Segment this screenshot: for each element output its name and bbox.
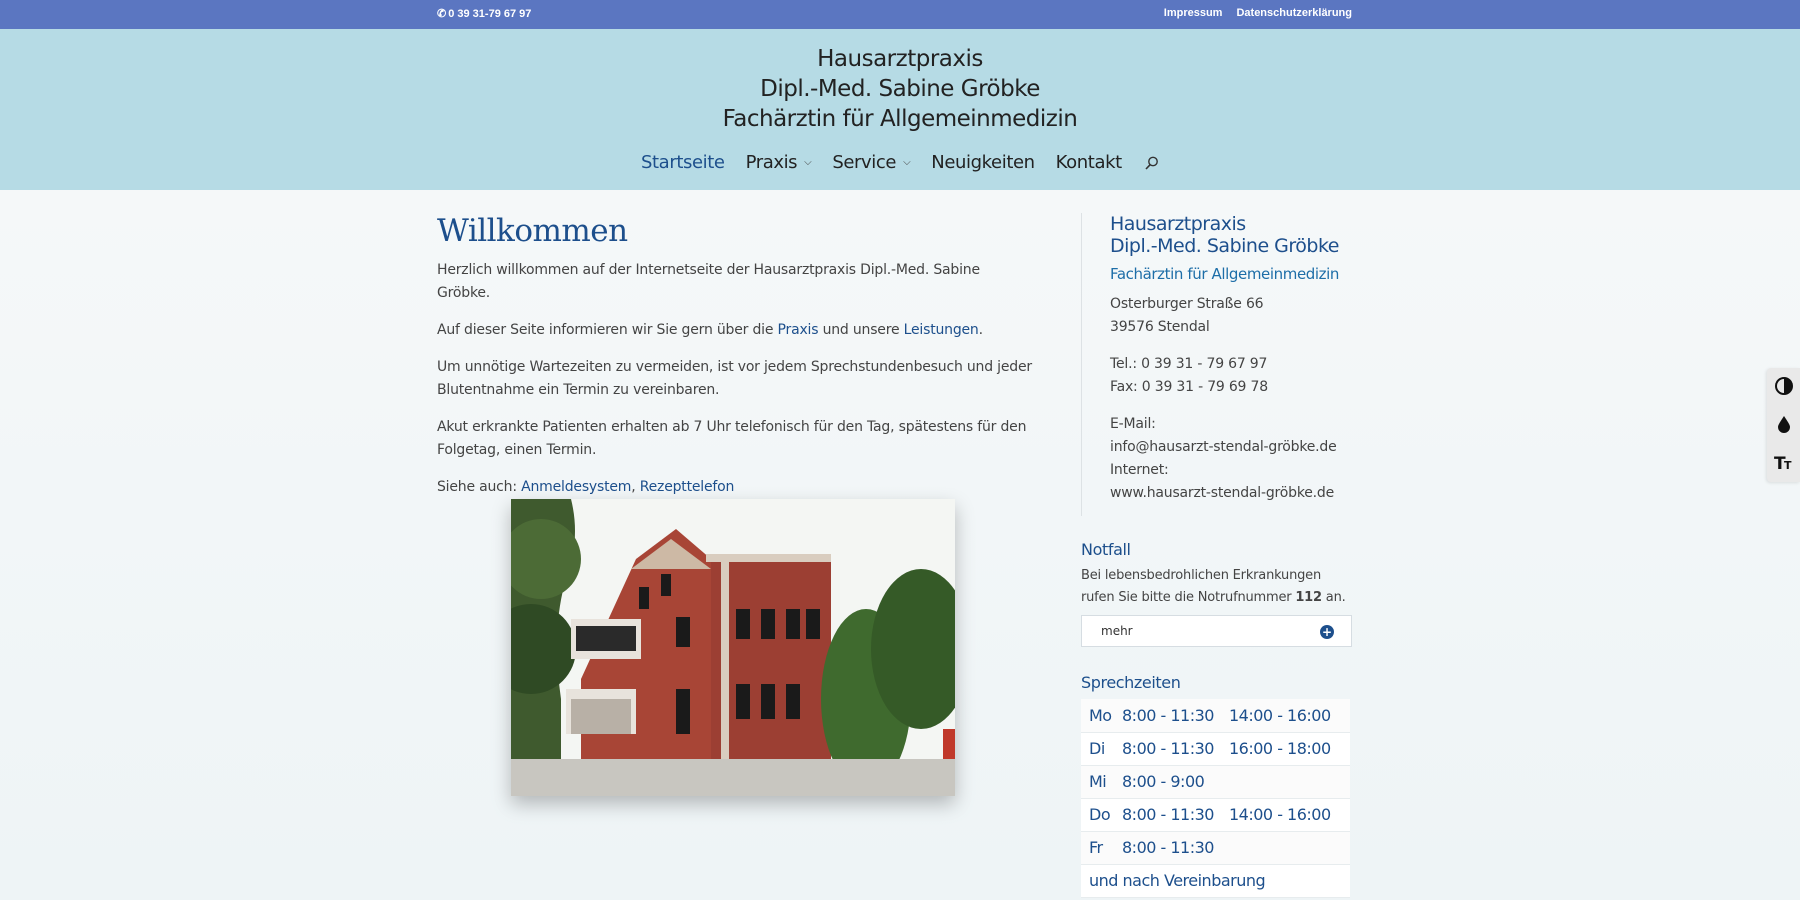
notfall-title: Notfall [1081,540,1131,559]
impressum-link[interactable]: Impressum [1164,7,1223,19]
main-nav: Startseite Praxis ⌵ Service ⌵ Neuigkeiten … [641,150,1159,174]
table-row: Di 8:00 - 11:30 16:00 - 18:00 [1081,732,1350,766]
text: und unsere [818,322,904,338]
practice-building-photo [511,499,955,796]
leistungen-link[interactable]: Leistungen [904,322,979,338]
text: , [631,479,640,495]
phone-number: Tel.: 0 39 31 - 79 67 97 [1110,356,1268,372]
address-street: Osterburger Straße 66 [1110,296,1264,312]
sidebar-title-2: Dipl.-Med. Sabine Gröbke [1110,235,1340,257]
fax-number: Fax: 0 39 31 - 79 69 78 [1110,379,1268,395]
hours-footer: und nach Vereinbarung [1081,864,1350,898]
page-title: Willkommen [437,213,628,249]
termin-paragraph: Um unnötige Wartezeiten zu vermeiden, is… [437,359,1032,398]
datenschutz-link[interactable]: Datenschutzerklärung [1236,7,1352,19]
chevron-down-icon: ⌵ [804,156,812,168]
morning-hours: 8:00 - 11:30 [1122,732,1229,766]
nav-neuigkeiten[interactable]: Neuigkeiten [931,151,1035,173]
afternoon-hours: 14:00 - 16:00 [1229,798,1350,832]
font-size-icon[interactable]: T T [1774,452,1794,472]
contact-sidebar: Hausarztpraxis Dipl.-Med. Sabine Gröbke … [1110,213,1355,505]
day-cell: Fr [1081,831,1122,865]
sprechzeiten-widget: Sprechzeiten Mo 8:00 - 11:30 14:00 - 16:00… [1081,673,1351,898]
see-also-paragraph: Siehe auch: Anmeldesystem, Rezepttelefon [437,476,1037,499]
search-icon[interactable] [1145,156,1159,170]
logo-line-2: Dipl.-Med. Sabine Gröbke [760,76,1040,102]
notfall-widget: Notfall Bei lebensbedrohlichen Erkrankun… [1081,540,1352,647]
sidebar-subtitle: Fachärztin für Allgemeinmedizin [1110,265,1340,283]
phone-icon: ✆ [437,8,447,20]
text: an. [1321,590,1346,605]
nav-label: Startseite [641,151,725,173]
contrast-icon[interactable] [1774,376,1794,396]
afternoon-hours [1229,831,1350,865]
morning-hours: 8:00 - 11:30 [1122,798,1229,832]
nav-label: Praxis [745,151,798,173]
nav-kontakt[interactable]: Kontakt [1055,151,1123,173]
logo-line-1: Hausarztpraxis [817,46,983,72]
morning-hours: 8:00 - 9:00 [1122,765,1229,799]
nav-label: Neuigkeiten [931,151,1035,173]
text: . [978,322,983,338]
nav-startseite[interactable]: Startseite [641,152,725,173]
website-address[interactable]: www.hausarzt-stendal-gröbke.de [1110,482,1355,505]
day-cell: Mo [1081,699,1122,733]
morning-hours: 8:00 - 11:30 [1122,831,1229,865]
svg-text:T: T [1784,459,1792,472]
plus-circle-icon: + [1320,625,1334,639]
main-content: Willkommen Herzlich willkommen auf der I… [437,213,1037,796]
anmeldesystem-link[interactable]: Anmeldesystem [521,479,631,495]
email-label: E-Mail: [1110,416,1156,432]
chevron-down-icon: ⌵ [903,156,911,168]
address-city: 39576 Stendal [1110,319,1210,335]
sprechzeiten-title: Sprechzeiten [1081,673,1181,692]
nav-praxis[interactable]: Praxis ⌵ [746,152,812,173]
text: Siehe auch: [437,479,522,495]
day-cell: Do [1081,798,1122,832]
mehr-toggle[interactable]: mehr + [1081,615,1352,647]
nav-service[interactable]: Service ⌵ [832,152,910,173]
top-phone[interactable]: ✆ 0 39 31-79 67 97 [437,7,532,21]
text: Bei lebensbedrohlichen Erkrankungen rufe… [1081,568,1322,605]
drop-icon[interactable] [1774,414,1794,434]
intro-paragraph: Herzlich willkommen auf der Internetseit… [437,262,980,301]
mehr-label: mehr [1101,624,1133,638]
table-row: Do 8:00 - 11:30 14:00 - 16:00 [1081,798,1350,832]
day-cell: Di [1081,732,1122,766]
morning-hours: 8:00 - 11:30 [1122,699,1229,733]
site-header: Hausarztpraxis Dipl.-Med. Sabine Gröbke … [0,29,1800,190]
table-row: Mi 8:00 - 9:00 [1081,765,1350,799]
afternoon-hours [1229,765,1350,799]
afternoon-hours: 14:00 - 16:00 [1229,699,1350,733]
notfall-text: Bei lebensbedrohlichen Erkrankungen rufe… [1081,565,1351,609]
praxis-link[interactable]: Praxis [778,322,819,338]
table-row: Fr 8:00 - 11:30 [1081,831,1350,865]
day-cell: Mi [1081,765,1122,799]
site-logo[interactable]: Hausarztpraxis Dipl.-Med. Sabine Gröbke … [0,44,1800,134]
internet-label: Internet: [1110,462,1169,478]
sidebar-divider [1081,213,1082,516]
accessibility-toolbar: T T [1767,368,1800,482]
afternoon-hours: 16:00 - 18:00 [1229,732,1350,766]
table-row: Mo 8:00 - 11:30 14:00 - 16:00 [1081,699,1350,733]
nav-label: Service [832,151,897,173]
email-address[interactable]: info@hausarzt-stendal-gröbke.de [1110,436,1355,459]
rezepttelefon-link[interactable]: Rezepttelefon [640,479,735,495]
emergency-number: 112 [1295,590,1322,605]
nav-label: Kontakt [1055,151,1123,173]
logo-line-3: Fachärztin für Allgemeinmedizin [722,106,1078,132]
top-bar: ✆ 0 39 31-79 67 97 Impressum Datenschutz… [0,0,1800,29]
top-phone-number: 0 39 31-79 67 97 [448,7,532,20]
sidebar-title-1: Hausarztpraxis [1110,213,1246,235]
table-row: und nach Vereinbarung [1081,864,1350,898]
akut-paragraph: Akut erkrankte Patienten erhalten ab 7 U… [437,419,1027,458]
info-paragraph: Auf dieser Seite informieren wir Sie ger… [437,319,1037,342]
hours-table: Mo 8:00 - 11:30 14:00 - 16:00 Di 8:00 - 11:… [1081,699,1350,898]
text: Auf dieser Seite informieren wir Sie ger… [437,322,778,338]
